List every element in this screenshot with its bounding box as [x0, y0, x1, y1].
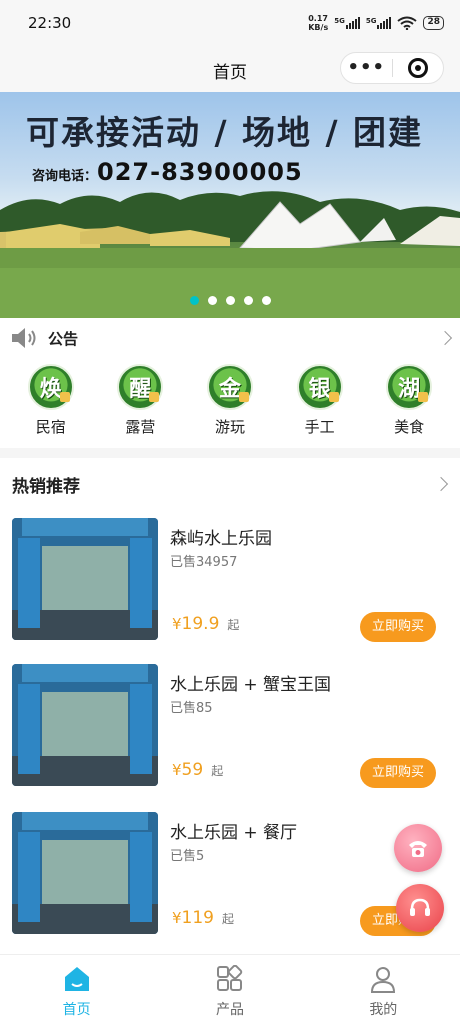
signal-label: 5G — [334, 17, 345, 25]
category-icon: 湖 — [386, 364, 433, 410]
product-thumbnail — [12, 664, 158, 786]
product-name: 森屿水上乐园 — [170, 529, 272, 549]
product-sold-count: 已售85 — [170, 701, 213, 716]
speaker-icon — [12, 328, 36, 348]
network-speed-value: 0.17 — [308, 14, 328, 23]
price-suffix: 起 — [222, 912, 235, 926]
phone-icon — [409, 841, 427, 857]
product-name: 水上乐园 + 蟹宝王国 — [170, 675, 332, 695]
notice-bar[interactable]: 公告 — [0, 318, 460, 358]
category-grid: 焕 民宿 醒 露营 金 游玩 银 手工 湖 美食 — [0, 358, 460, 448]
category-label: 露营 — [125, 418, 156, 436]
signal-label: 5G — [365, 17, 377, 25]
currency-symbol: ¥ — [172, 909, 182, 927]
carousel-dot[interactable] — [243, 296, 253, 305]
product-card[interactable]: 森屿水上乐园 已售34957 ¥ 19.9 起 立即购买 — [0, 518, 460, 648]
product-name: 水上乐园 + 餐厅 — [170, 823, 298, 843]
category-item-handcraft[interactable]: 银 手工 — [285, 364, 355, 448]
battery-icon: 28 — [423, 16, 444, 30]
close-miniprogram-button[interactable] — [392, 58, 443, 78]
category-icon-glyph: 金 — [218, 377, 241, 402]
banner-phone-label: 咨询电话： — [32, 169, 98, 184]
customer-service-button[interactable] — [396, 884, 444, 932]
category-icon: 银 — [296, 364, 343, 410]
grid-icon — [216, 965, 243, 991]
status-time: 22:30 — [28, 14, 72, 32]
product-card[interactable]: 水上乐园 + 餐厅 已售5 ¥ 119 起 立即购买 — [0, 812, 460, 942]
product-sold-count: 已售34957 — [170, 555, 238, 570]
signal-icon: 5G — [366, 17, 392, 29]
product-card[interactable]: 水上乐园 + 蟹宝王国 已售85 ¥ 59 起 立即购买 — [0, 664, 460, 794]
category-item-camping[interactable]: 醒 露营 — [105, 364, 175, 448]
carousel-indicator — [0, 296, 460, 305]
tab-label: 首页 — [62, 1002, 91, 1018]
currency-symbol: ¥ — [172, 761, 182, 779]
banner-phone-number: 027-83900005 — [97, 158, 303, 186]
wifi-icon — [397, 16, 418, 30]
carousel-dot[interactable] — [261, 296, 271, 305]
category-label: 手工 — [304, 418, 335, 436]
hot-section-header[interactable]: 热销推荐 — [0, 458, 460, 510]
target-icon — [407, 58, 428, 78]
home-icon — [64, 967, 89, 991]
headset-icon — [410, 898, 430, 916]
chevron-right-icon — [433, 476, 449, 492]
category-label: 民宿 — [35, 418, 66, 436]
product-thumbnail — [12, 812, 158, 934]
category-item-minsu[interactable]: 焕 民宿 — [16, 364, 86, 448]
tab-profile[interactable]: 我的 — [307, 955, 460, 1024]
user-icon — [371, 967, 396, 993]
category-icon: 醒 — [117, 364, 164, 410]
category-icon: 金 — [206, 364, 253, 410]
category-icon: 焕 — [27, 364, 74, 410]
call-button[interactable] — [394, 824, 442, 872]
category-item-food[interactable]: 湖 美食 — [374, 364, 444, 448]
carousel-dot[interactable] — [207, 296, 217, 305]
tab-label: 我的 — [369, 1002, 398, 1018]
category-label: 游玩 — [214, 418, 245, 436]
buy-now-button[interactable]: 立即购买 — [360, 758, 436, 788]
price-suffix: 起 — [211, 764, 224, 778]
banner-headline: 可承接活动 / 场地 / 团建 — [26, 113, 424, 152]
tab-products[interactable]: 产品 — [153, 955, 306, 1024]
more-menu-button[interactable]: ••• — [341, 54, 392, 82]
product-sold-count: 已售5 — [170, 849, 205, 864]
category-icon-glyph: 焕 — [39, 377, 62, 402]
tab-home[interactable]: 首页 — [0, 955, 153, 1024]
currency-symbol: ¥ — [172, 615, 182, 633]
price-value: 119 — [181, 908, 214, 928]
signal-icon: 5G — [334, 17, 360, 29]
status-bar: 22:30 0.17 KB/s 5G 5G 28 — [0, 0, 460, 46]
network-speed: 0.17 KB/s — [308, 14, 328, 32]
category-icon-glyph: 醒 — [129, 377, 152, 402]
price-value: 59 — [181, 760, 204, 780]
category-label: 美食 — [394, 418, 425, 436]
banner-phone: 咨询电话： 027-83900005 — [32, 158, 303, 186]
tab-label: 产品 — [215, 1002, 244, 1018]
category-item-play[interactable]: 金 游玩 — [195, 364, 265, 448]
price-suffix: 起 — [227, 618, 240, 632]
product-price: ¥ 119 起 — [172, 908, 234, 928]
status-indicators: 0.17 KB/s 5G 5G 28 — [308, 14, 444, 32]
category-icon-glyph: 湖 — [398, 377, 421, 402]
price-value: 19.9 — [181, 614, 220, 634]
network-speed-unit: KB/s — [308, 23, 329, 32]
product-price: ¥ 19.9 起 — [172, 614, 239, 634]
hot-section: 热销推荐 森屿水上乐园 已售34957 ¥ 19.9 起 立即购买 水上乐园 +… — [0, 458, 460, 954]
buy-now-button[interactable]: 立即购买 — [360, 612, 436, 642]
chevron-right-icon — [437, 330, 453, 346]
carousel-dot[interactable] — [225, 296, 235, 305]
product-price: ¥ 59 起 — [172, 760, 223, 780]
hot-section-title: 热销推荐 — [12, 476, 80, 497]
category-icon-glyph: 银 — [308, 377, 331, 402]
banner-carousel[interactable]: 可承接活动 / 场地 / 团建 咨询电话： 027-83900005 — [0, 92, 460, 318]
carousel-dot-active[interactable] — [189, 296, 199, 305]
product-thumbnail — [12, 518, 158, 640]
notice-label: 公告 — [48, 329, 79, 348]
bottom-tab-bar: 首页 产品 我的 — [0, 954, 460, 1024]
miniprogram-capsule: ••• — [340, 52, 444, 84]
nav-bar: 首页 ••• — [0, 46, 460, 92]
